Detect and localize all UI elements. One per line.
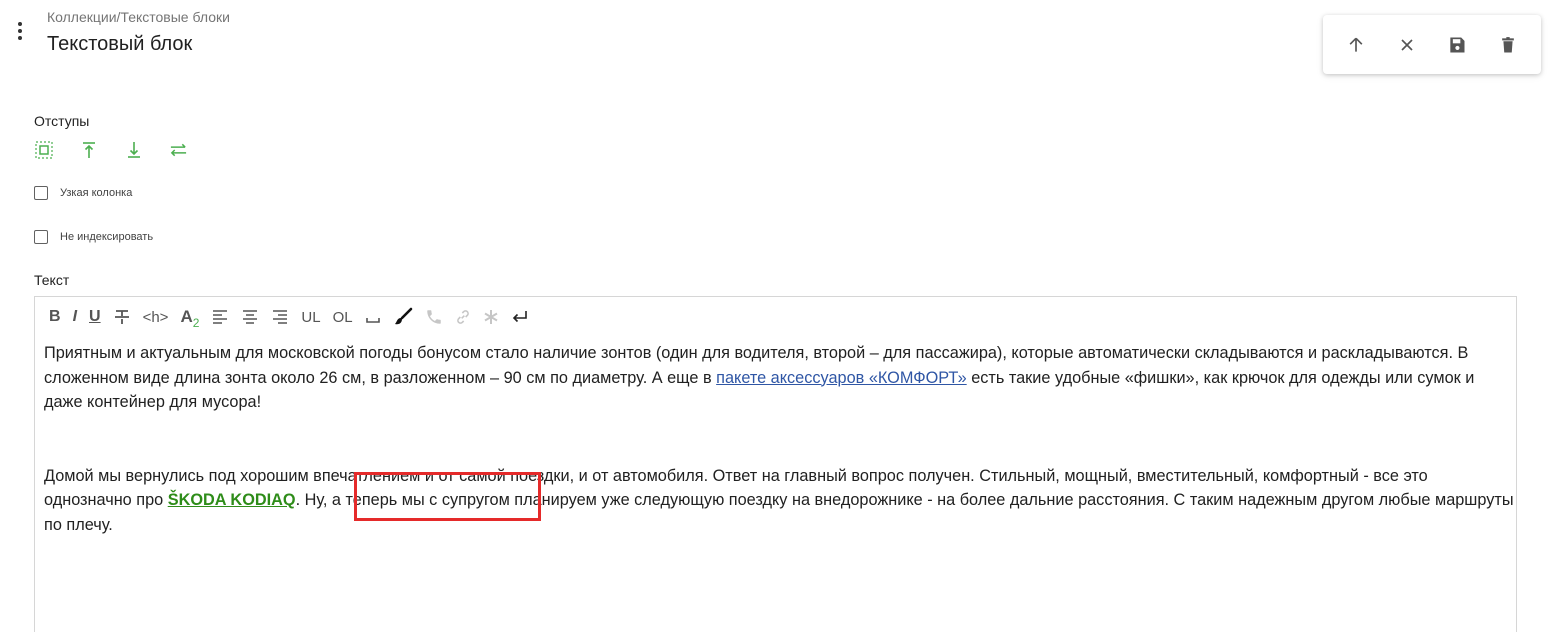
subscript-number: 2	[192, 316, 200, 330]
align-left-button[interactable]	[211, 305, 229, 329]
asterisk-icon	[484, 310, 498, 324]
no-index-checkbox[interactable]	[34, 230, 48, 244]
padding-horizontal-icon	[170, 143, 187, 156]
narrow-column-option[interactable]: Узкая колонка	[34, 186, 132, 200]
align-right-button[interactable]	[271, 305, 289, 329]
more-menu-icon[interactable]	[12, 20, 28, 42]
rich-text-editor[interactable]: B I U <h> A 2 UL OL Приятным и актуальны…	[34, 296, 1517, 632]
padding-all-button[interactable]	[34, 140, 53, 159]
save-icon	[1450, 37, 1465, 52]
asterisk-button[interactable]	[483, 305, 499, 329]
phone-button[interactable]	[425, 305, 443, 329]
no-index-label: Не индексировать	[60, 231, 154, 243]
trash-icon	[1501, 36, 1514, 52]
padding-bottom-button[interactable]	[124, 140, 143, 159]
close-button[interactable]	[1389, 27, 1425, 63]
breadcrumb[interactable]: Коллекции/Текстовые блоки	[47, 9, 230, 25]
link-icon	[456, 310, 469, 324]
space-icon	[365, 318, 380, 323]
underline-button[interactable]: U	[89, 305, 101, 329]
empty-line	[44, 415, 1514, 464]
indents-row	[34, 140, 188, 159]
ordered-list-button[interactable]: OL	[333, 305, 353, 329]
line-break-icon	[512, 311, 527, 323]
padding-top-icon	[82, 141, 95, 158]
komfort-accessories-link[interactable]: пакете аксессуаров «КОМФОРТ»	[716, 369, 967, 387]
page-title: Текстовый блок	[47, 33, 193, 55]
strikethrough-icon	[114, 310, 129, 324]
nbsp-button[interactable]	[365, 305, 381, 329]
bold-button[interactable]: B	[49, 305, 61, 329]
paragraph-2: Домой мы вернулись под хорошим впечатлен…	[44, 464, 1514, 538]
align-left-icon	[213, 310, 228, 324]
editor-content[interactable]: Приятным и актуальным для московской пог…	[44, 341, 1514, 537]
narrow-column-label: Узкая колонка	[60, 187, 133, 199]
indents-label: Отступы	[34, 113, 90, 129]
italic-button[interactable]: I	[73, 305, 77, 329]
action-toolbar	[1323, 15, 1541, 74]
delete-button[interactable]	[1490, 27, 1526, 63]
editor-toolbar: B I U <h> A 2 UL OL	[49, 305, 541, 330]
padding-top-button[interactable]	[79, 140, 98, 159]
padding-horizontal-button[interactable]	[169, 140, 188, 159]
text-label: Текст	[34, 272, 70, 288]
skoda-kodiaq-link[interactable]: ŠKODA KODIAQ	[168, 491, 296, 509]
align-right-icon	[273, 310, 288, 324]
arrow-up-icon	[1349, 37, 1363, 52]
brush-icon	[394, 307, 412, 325]
subscript-letter: A	[180, 307, 193, 326]
color-brush-button[interactable]	[393, 305, 413, 329]
padding-bottom-icon	[127, 141, 140, 158]
line-break-button[interactable]	[511, 305, 529, 329]
align-center-button[interactable]	[241, 305, 259, 329]
heading-button[interactable]: <h>	[143, 305, 169, 329]
strikethrough-button[interactable]	[113, 305, 131, 329]
no-index-option[interactable]: Не индексировать	[34, 230, 153, 244]
padding-all-icon	[34, 140, 53, 159]
phone-icon	[426, 310, 441, 324]
narrow-column-checkbox[interactable]	[34, 186, 48, 200]
move-up-button[interactable]	[1338, 27, 1374, 63]
paragraph-1: Приятным и актуальным для московской пог…	[44, 341, 1514, 415]
subscript-button[interactable]: A 2	[180, 305, 200, 330]
save-button[interactable]	[1439, 27, 1475, 63]
close-icon	[1401, 38, 1413, 51]
link-button[interactable]	[455, 305, 471, 329]
unordered-list-button[interactable]: UL	[301, 305, 320, 329]
align-center-icon	[243, 310, 258, 324]
